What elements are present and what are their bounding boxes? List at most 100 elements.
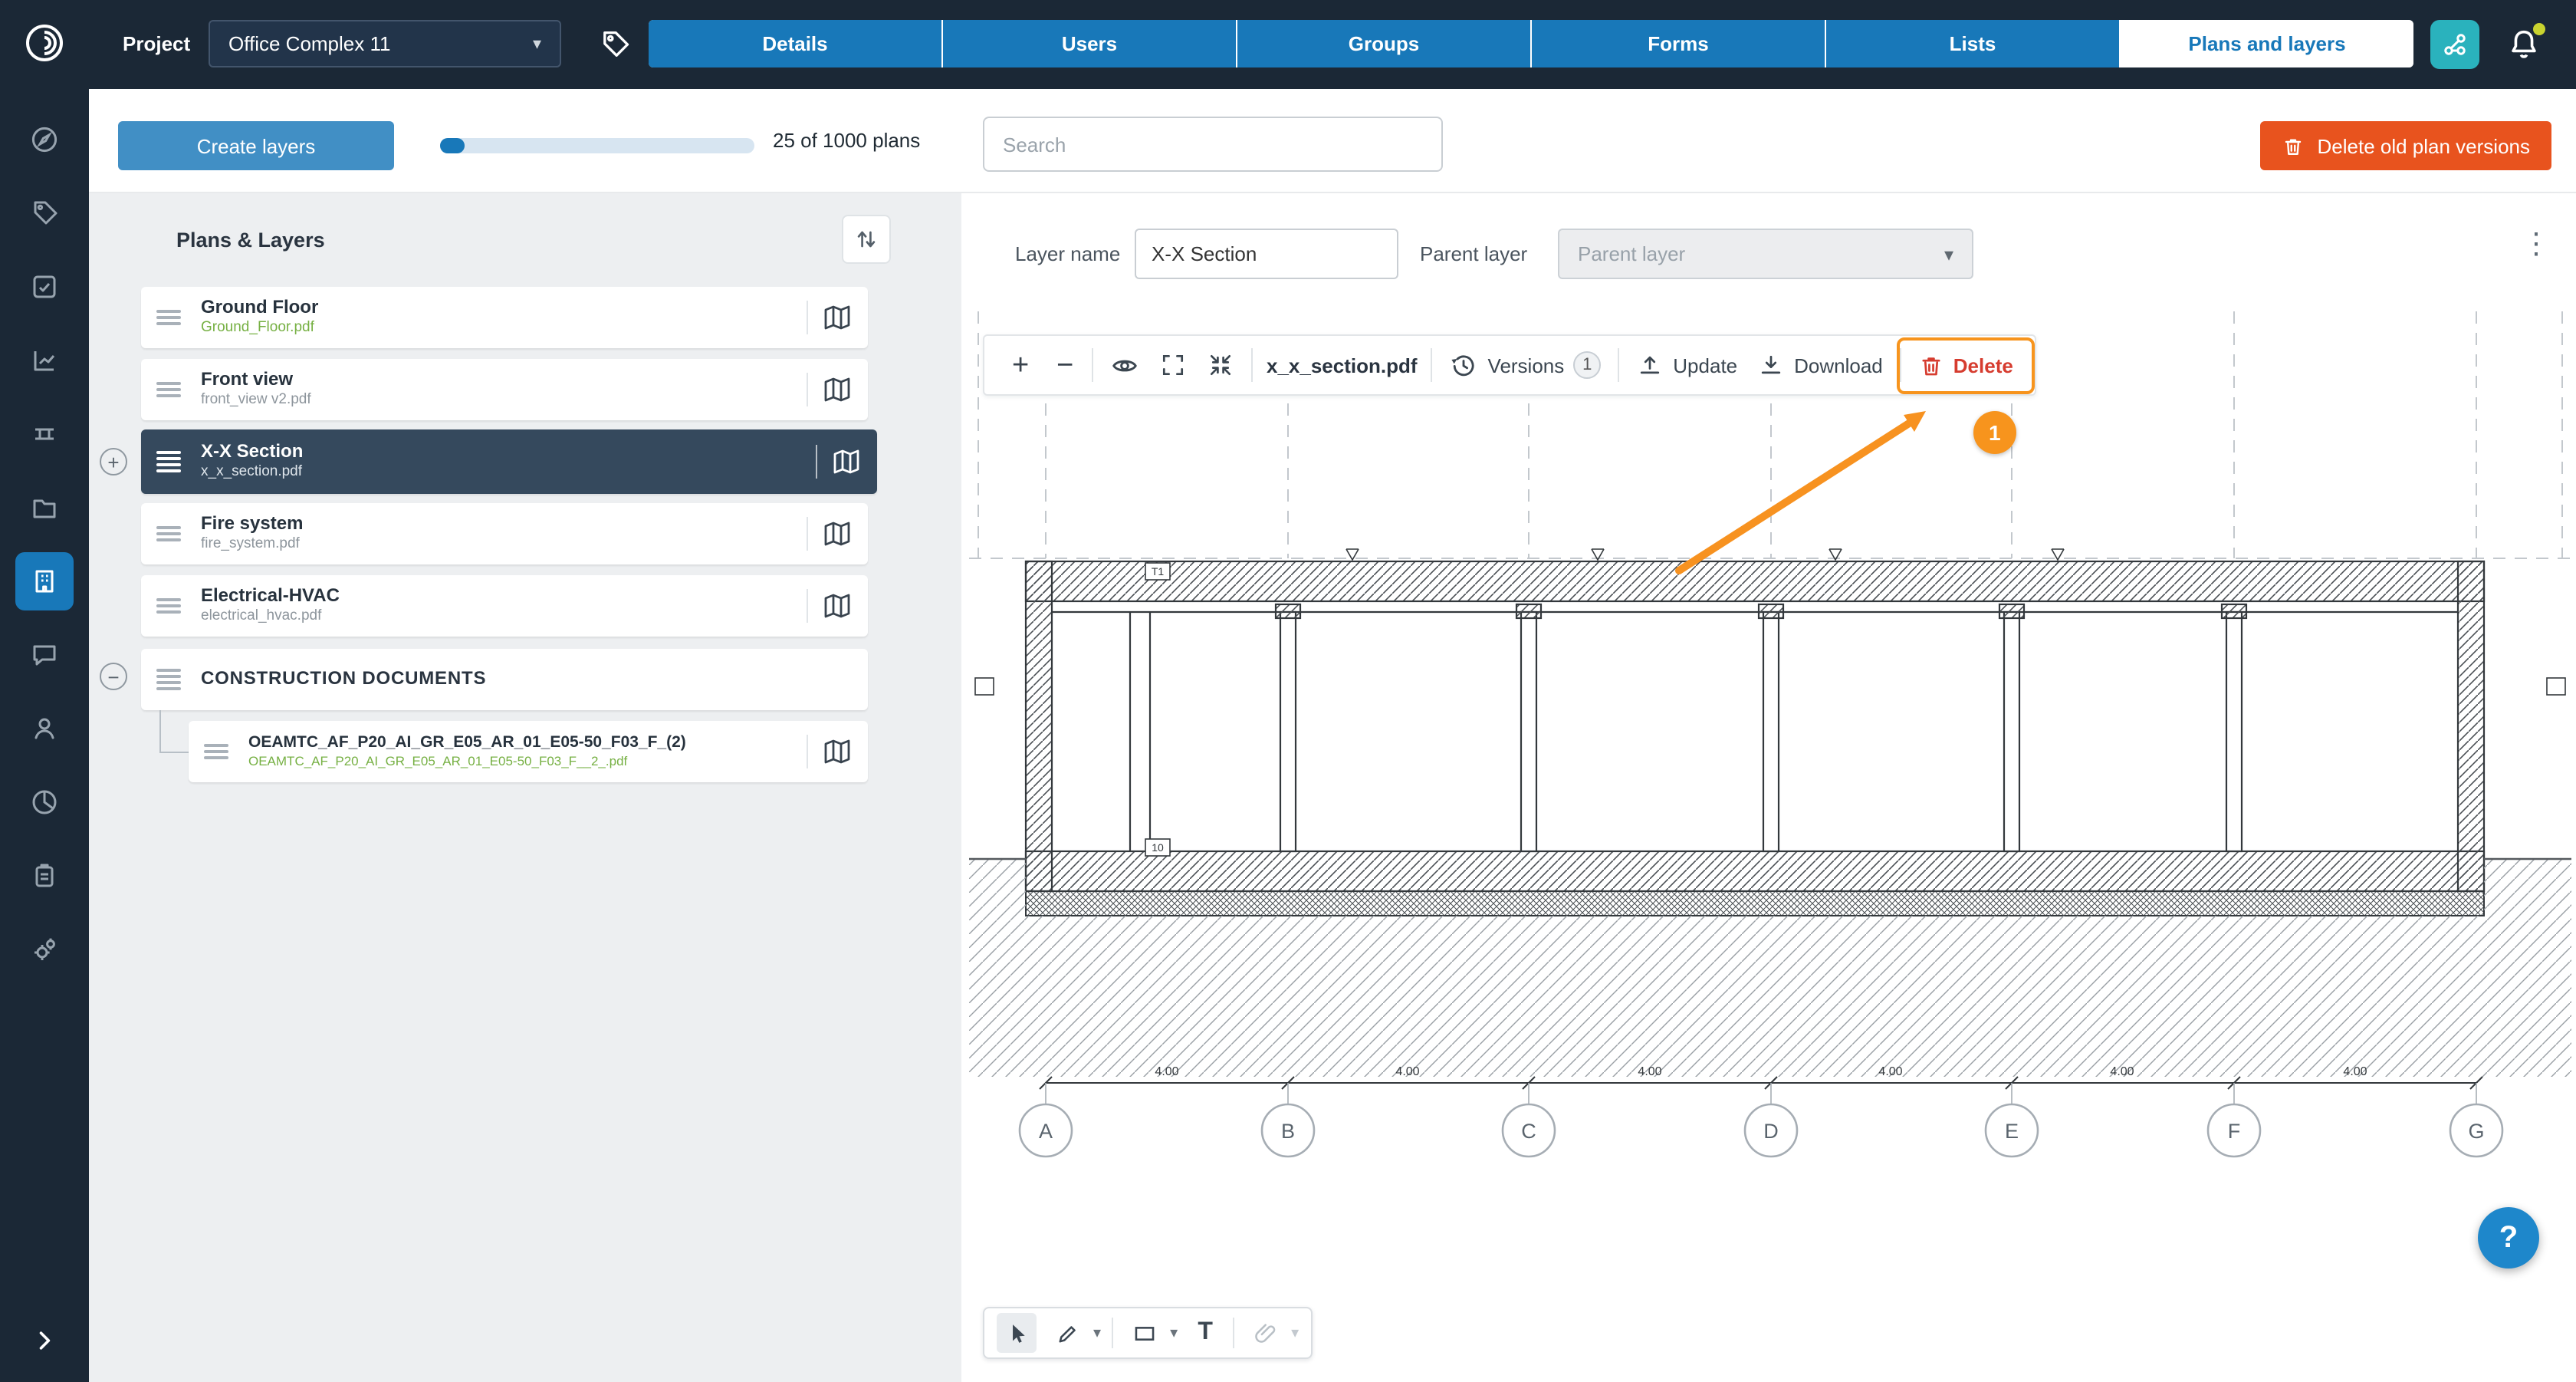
plan-connect-icon[interactable]: [2430, 20, 2479, 69]
tag-icon[interactable]: [598, 28, 632, 61]
notifications-bell-icon[interactable]: [2505, 26, 2545, 66]
zoom-in-button[interactable]: +: [1003, 349, 1033, 381]
rail-item-dashboard[interactable]: [0, 103, 89, 176]
pen-tool-caret-icon[interactable]: ▾: [1093, 1324, 1101, 1341]
layer-options-kebab-icon[interactable]: ⋮: [2521, 227, 2551, 262]
rail-item-reports[interactable]: [0, 324, 89, 397]
shape-tool[interactable]: [1124, 1313, 1164, 1353]
expand-sidebar-chevron-icon[interactable]: [15, 1311, 74, 1370]
drag-handle-icon[interactable]: [156, 451, 181, 472]
current-file-name: x_x_section.pdf: [1267, 354, 1418, 377]
layer-name-input[interactable]: [1135, 229, 1398, 279]
rail-item-pipeline[interactable]: [0, 397, 89, 471]
left-icon-rail: [0, 0, 89, 1382]
attachment-tool[interactable]: [1245, 1313, 1285, 1353]
plan-group-construction-documents[interactable]: CONSTRUCTION DOCUMENTS: [141, 649, 868, 710]
plan-list-item-oeamtc[interactable]: OEAMTC_AF_P20_AI_GR_E05_AR_01_E05-50_F03…: [189, 721, 868, 782]
project-label: Project: [123, 32, 190, 55]
tab-users[interactable]: Users: [943, 20, 1236, 67]
drag-handle-icon[interactable]: [156, 526, 181, 541]
layer-name-label: Layer name: [1015, 242, 1120, 265]
rail-item-users[interactable]: [0, 692, 89, 765]
expand-node-plus-icon[interactable]: +: [100, 448, 127, 475]
parent-layer-select[interactable]: Parent layer ▾: [1558, 229, 1973, 279]
main-tab-bar: Details Users Groups Forms Lists Plans a…: [649, 20, 2413, 67]
svg-text:4.00: 4.00: [2110, 1065, 2134, 1078]
person-icon: [15, 699, 74, 758]
sort-plans-button[interactable]: [842, 215, 891, 264]
create-layers-button[interactable]: Create layers: [118, 121, 394, 170]
plan-list-item-xx-section-selected[interactable]: X-X Section x_x_section.pdf: [141, 429, 877, 494]
app-logo-icon[interactable]: [21, 20, 67, 66]
tab-details[interactable]: Details: [649, 20, 941, 67]
plan-list-item-ground-floor[interactable]: Ground Floor Ground_Floor.pdf: [141, 287, 868, 348]
cursor-icon: [1004, 1320, 1030, 1346]
versions-button[interactable]: Versions 1: [1447, 350, 1605, 380]
svg-text:10: 10: [1152, 841, 1164, 854]
text-tool[interactable]: T: [1188, 1318, 1222, 1348]
chart-icon: [15, 331, 74, 390]
rail-item-plans[interactable]: [0, 545, 89, 618]
tab-lists[interactable]: Lists: [1826, 20, 2119, 67]
open-plan-map-button[interactable]: [822, 738, 868, 765]
rail-item-tasks[interactable]: [0, 250, 89, 324]
rail-item-chats[interactable]: [0, 618, 89, 692]
svg-text:4.00: 4.00: [1155, 1065, 1178, 1078]
search-input[interactable]: [983, 117, 1443, 172]
drag-handle-icon[interactable]: [156, 310, 181, 325]
download-plan-button[interactable]: Download: [1754, 351, 1886, 379]
versions-count-badge: 1: [1573, 351, 1601, 379]
open-plan-map-button[interactable]: [822, 376, 868, 403]
open-plan-map-button[interactable]: [831, 448, 877, 475]
plan-viewer-toolbar: + − x_x_section.pdf Versions 1 Update Do…: [983, 334, 2036, 396]
drag-handle-icon[interactable]: [156, 669, 181, 690]
plan-drawing-canvas[interactable]: 4.004.00 4.004.00 4.004.00 A B C D E F G: [969, 299, 2571, 1166]
toggle-visibility-button[interactable]: [1107, 350, 1142, 380]
drag-handle-icon[interactable]: [156, 598, 181, 614]
svg-text:4.00: 4.00: [2343, 1065, 2367, 1078]
notification-dot: [2533, 23, 2545, 35]
top-navigation-bar: Project Office Complex 11 ▾ Details User…: [0, 0, 2576, 89]
help-button[interactable]: ?: [2478, 1207, 2539, 1268]
tab-groups[interactable]: Groups: [1237, 20, 1530, 67]
fullscreen-button[interactable]: [1156, 351, 1190, 379]
svg-text:A: A: [1039, 1120, 1053, 1143]
fit-to-screen-icon: [1207, 351, 1234, 379]
drag-handle-icon[interactable]: [204, 744, 228, 759]
rail-item-tags[interactable]: [0, 176, 89, 250]
annotation-step-badge: 1: [1973, 410, 2016, 453]
dashboard-icon: [15, 110, 74, 169]
tab-forms[interactable]: Forms: [1532, 20, 1825, 67]
fit-to-screen-button[interactable]: [1204, 351, 1237, 379]
tab-plans-and-layers[interactable]: Plans and layers: [2121, 20, 2413, 67]
actions-bar: Create layers 25 of 1000 plans Delete ol…: [89, 89, 2576, 193]
shape-tool-caret-icon[interactable]: ▾: [1170, 1324, 1178, 1341]
plan-list-item-front-view[interactable]: Front view front_view v2.pdf: [141, 359, 868, 420]
update-plan-button[interactable]: Update: [1633, 351, 1740, 379]
pen-tool[interactable]: [1047, 1313, 1087, 1353]
select-cursor-tool[interactable]: [997, 1313, 1037, 1353]
rail-item-settings[interactable]: [0, 913, 89, 986]
plan-list-item-electrical-hvac[interactable]: Electrical-HVAC electrical_hvac.pdf: [141, 575, 868, 637]
rail-item-documents[interactable]: [0, 471, 89, 545]
annotation-tools-toolbar: ▾ ▾ T ▾: [983, 1307, 1313, 1359]
map-icon: [822, 376, 853, 403]
attachment-tool-caret-icon[interactable]: ▾: [1291, 1324, 1299, 1341]
svg-text:G: G: [2468, 1120, 2484, 1143]
open-plan-map-button[interactable]: [822, 520, 868, 548]
zoom-out-button[interactable]: −: [1047, 349, 1078, 381]
download-icon: [1757, 351, 1785, 379]
delete-plan-button[interactable]: Delete 1: [1915, 352, 2016, 378]
plan-list-item-fire-system[interactable]: Fire system fire_system.pdf: [141, 503, 868, 564]
tags-icon: [15, 184, 74, 242]
open-plan-map-button[interactable]: [822, 304, 868, 331]
open-plan-map-button[interactable]: [822, 592, 868, 620]
map-icon: [822, 304, 853, 331]
project-selector-dropdown[interactable]: Office Complex 11 ▾: [209, 20, 561, 67]
rail-item-templates[interactable]: [0, 839, 89, 913]
delete-old-plan-versions-button[interactable]: Delete old plan versions: [2261, 121, 2552, 170]
drag-handle-icon[interactable]: [156, 382, 181, 397]
rail-item-statistics[interactable]: [0, 765, 89, 839]
pipeline-icon: [15, 405, 74, 463]
collapse-node-minus-icon[interactable]: −: [100, 663, 127, 690]
